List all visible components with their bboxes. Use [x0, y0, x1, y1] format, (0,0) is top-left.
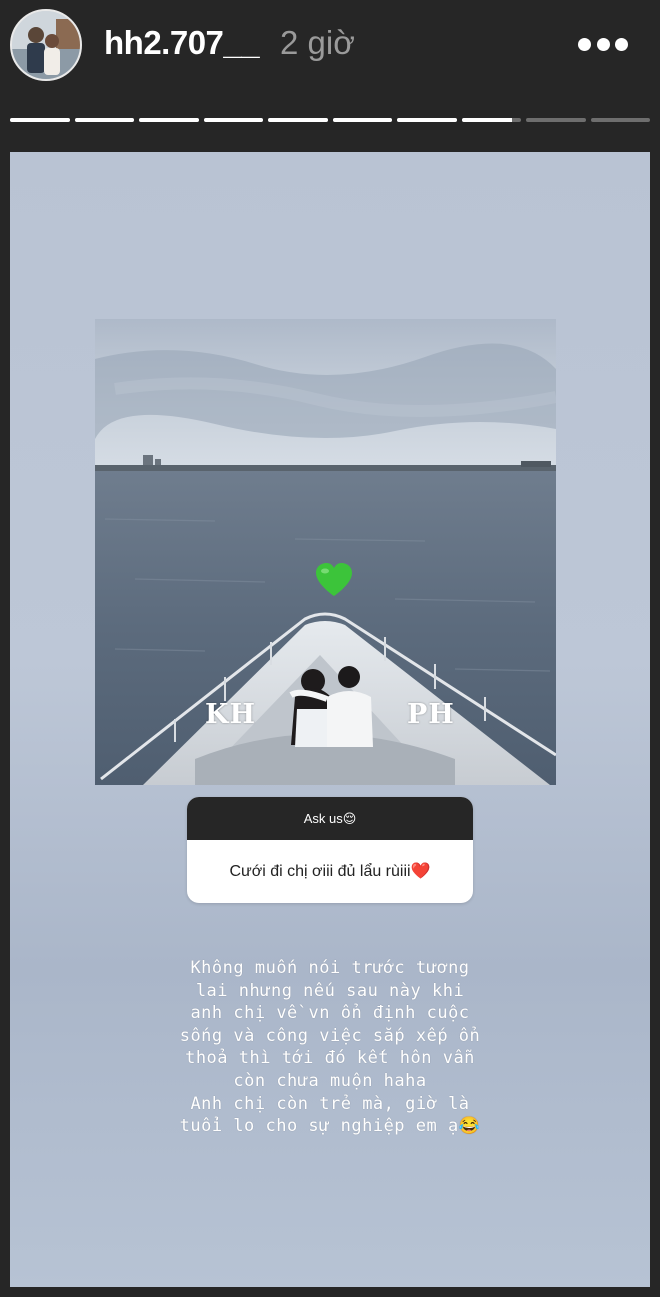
story-frame[interactable]: KH PH Ask us😌 Cưới đi chị ơiii đủ lẩu rù…: [10, 152, 650, 1287]
username[interactable]: hh2.707__: [104, 24, 260, 62]
boat-photo-image: [95, 319, 556, 785]
profile-avatar[interactable]: [10, 9, 82, 81]
caption-line: tuổi lo cho sự nghiệp em ạ😂: [179, 1116, 481, 1137]
progress-segment: [397, 118, 457, 122]
story-photo: KH PH: [95, 319, 556, 785]
more-options-button[interactable]: [578, 38, 628, 52]
progress-segment: [74, 118, 134, 122]
progress-segment: [590, 118, 650, 122]
caption-line: sống và công việc sắp xếp ổn: [179, 1025, 481, 1046]
green-heart-icon: [316, 563, 352, 596]
more-horizontal-icon: [578, 38, 591, 51]
progress-segment: [203, 118, 263, 122]
caption-line: lai nhưng nếu sau này khi: [195, 980, 465, 1001]
progress-segment: [268, 118, 328, 122]
caption-line: Anh chị còn trẻ mà, giờ là: [190, 1093, 470, 1114]
question-sticker[interactable]: Ask us😌 Cưới đi chị ơiii đủ lẩu rùiii❤️: [187, 797, 473, 903]
name-tag-right: PH: [407, 699, 455, 730]
caption-line: Không muốn nói trước tương: [190, 958, 470, 978]
caption-line: còn chưa muộn haha: [233, 1070, 427, 1091]
question-text: Cưới đi chị ơiii đủ lẩu rùiii❤️: [229, 863, 431, 880]
progress-segment: [139, 118, 199, 122]
story-header: hh2.707__ 2 giờ: [0, 0, 660, 100]
post-time: 2 giờ: [280, 24, 355, 61]
caption-line: thoả thì tới đó kết hôn vẫn: [185, 1048, 475, 1069]
progress-segment: [526, 118, 586, 122]
profile-photo-icon: [12, 11, 80, 79]
story-progress-bar: [10, 118, 650, 123]
progress-segment: [332, 118, 392, 122]
question-prompt: Ask us😌: [187, 797, 473, 840]
progress-segment: [461, 118, 521, 122]
progress-segment: [10, 118, 70, 122]
story-caption: Không muốn nói trước tương lai nhưng nếu…: [140, 957, 520, 1138]
caption-line: anh chị về vn ổn định cuộc: [190, 1003, 470, 1024]
name-tag-left: KH: [205, 699, 256, 730]
